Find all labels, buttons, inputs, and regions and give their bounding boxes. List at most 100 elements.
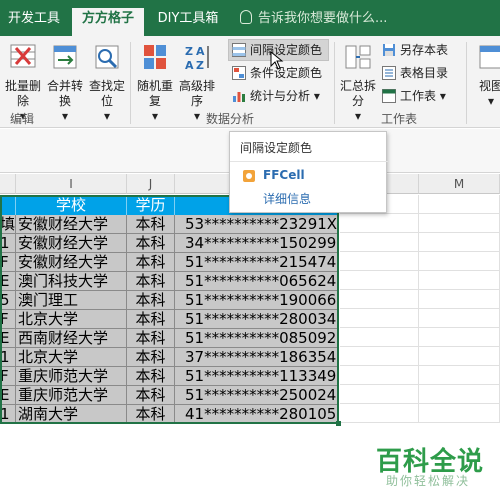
degree-cell[interactable]: 本科 [127,253,175,272]
school-cell[interactable]: 重庆师范大学 [16,386,127,405]
empty-cell[interactable] [340,290,419,309]
tooltip-title: 间隔设定颜色 [240,141,313,155]
id-number-cell[interactable]: 51**********065624 [175,272,339,291]
row-marker-cell[interactable]: 1 [0,405,16,424]
row-marker-cell[interactable]: E [0,272,16,291]
id-number-cell[interactable]: 51**********085092 [175,329,339,348]
empty-cell[interactable] [340,366,419,385]
advanced-sort-button[interactable]: Z A A Z 高级排序 ▾ [176,40,218,123]
empty-cell[interactable] [419,290,500,309]
school-cell[interactable]: 安徽财经大学 [16,253,127,272]
chevron-down-icon: ▾ [151,109,159,123]
table-header-school[interactable]: 学校 [16,195,127,215]
degree-cell[interactable]: 本科 [127,234,175,253]
lookup-locate-button[interactable]: 查找定位 ▾ [86,40,128,123]
column-header-j[interactable]: J [127,174,175,194]
id-number-cell[interactable]: 51**********215474 [175,253,339,272]
table-header-degree[interactable]: 学历 [127,195,175,215]
id-number-cell[interactable]: 41**********280105 [175,405,339,424]
empty-cell[interactable] [419,404,500,423]
sheet-directory-button[interactable]: 表格目录 [382,63,448,83]
id-number-cell[interactable]: 34**********150299 [175,234,339,253]
degree-cell[interactable]: 本科 [127,329,175,348]
school-cell[interactable]: 澳门科技大学 [16,272,127,291]
empty-cell[interactable] [340,404,419,423]
empty-cell[interactable] [340,214,419,233]
tooltip-detail-link[interactable]: 详细信息 [263,190,311,207]
school-cell[interactable]: 北京大学 [16,348,127,367]
school-cell[interactable]: 湖南大学 [16,405,127,424]
tooltip-brand: FFCell [263,168,305,182]
id-number-cell[interactable]: 51**********113349 [175,367,339,386]
school-cell[interactable]: 重庆师范大学 [16,367,127,386]
school-cell[interactable]: 安徽财经大学 [16,215,127,234]
empty-cell[interactable] [419,366,500,385]
watermark-subtitle: 助你轻松解决 [386,474,471,488]
id-number-cell[interactable]: 51**********280034 [175,310,339,329]
ribbon-separator [334,42,335,124]
id-number-cell[interactable]: 37**********186354 [175,348,339,367]
table-header-cell[interactable] [0,195,16,215]
degree-cell[interactable]: 本科 [127,310,175,329]
group-label-worksheet: 工作表 [380,112,417,126]
row-marker-cell[interactable]: E [0,386,16,405]
empty-cell[interactable] [419,195,500,214]
id-number-cell[interactable]: 51**********190066 [175,291,339,310]
id-number-cell[interactable]: 51**********250024 [175,386,339,405]
row-marker-cell[interactable]: 1 [0,348,16,367]
empty-cell[interactable] [340,233,419,252]
empty-cell[interactable] [419,271,500,290]
empty-cell[interactable] [340,252,419,271]
tab-developer[interactable]: 开发工具 [4,8,64,36]
degree-cell[interactable]: 本科 [127,348,175,367]
fill-handle[interactable] [336,421,341,426]
id-number-cell[interactable]: 53**********23291X [175,215,339,234]
empty-cell[interactable] [340,328,419,347]
sheet-directory-icon [382,66,396,80]
svg-text:Z: Z [196,59,204,72]
worksheet-button[interactable]: 工作表 ▾ [382,86,446,106]
degree-cell[interactable]: 本科 [127,367,175,386]
random-repeat-button[interactable]: 随机重复 ▾ [134,40,176,123]
interval-grid-icon [232,43,246,57]
row-marker-cell[interactable]: F [0,253,16,272]
degree-cell[interactable]: 本科 [127,291,175,310]
degree-cell[interactable]: 本科 [127,272,175,291]
school-cell[interactable]: 西南财经大学 [16,329,127,348]
empty-cell[interactable] [419,252,500,271]
stats-analysis-button[interactable]: 统计与分析 ▾ [232,86,320,106]
degree-cell[interactable]: 本科 [127,215,175,234]
degree-cell[interactable]: 本科 [127,405,175,424]
school-cell[interactable]: 澳门理工 [16,291,127,310]
column-header-m[interactable]: M [419,174,500,194]
school-cell[interactable]: 北京大学 [16,310,127,329]
tell-me-search[interactable]: 告诉我你想要做什么... [240,8,387,30]
empty-cell[interactable] [340,347,419,366]
tab-diy-toolbox[interactable]: DIY工具箱 [152,8,224,36]
empty-cell[interactable] [340,309,419,328]
merge-convert-button[interactable]: 合并转换 ▾ [44,40,86,123]
tab-fangfang-gezi[interactable]: 方方格子 [72,8,144,36]
empty-cell[interactable] [419,347,500,366]
empty-cell[interactable] [419,385,500,404]
column-header-i[interactable]: I [16,174,127,194]
degree-cell[interactable]: 本科 [127,386,175,405]
empty-cell[interactable] [419,328,500,347]
row-marker-cell[interactable]: F [0,367,16,386]
batch-delete-button[interactable]: 批量删除 ▾ [2,40,44,123]
empty-cell[interactable] [340,385,419,404]
column-header[interactable] [0,174,16,194]
row-marker-cell[interactable]: 1 [0,234,16,253]
empty-cell[interactable] [419,309,500,328]
row-marker-cell[interactable]: E [0,329,16,348]
save-as-sheet-button[interactable]: 另存本表 [382,40,448,60]
row-marker-cell[interactable]: 5 [0,291,16,310]
empty-cell[interactable] [419,233,500,252]
row-marker-cell[interactable]: 填 [0,215,16,234]
empty-cell[interactable] [340,271,419,290]
empty-cell[interactable] [419,214,500,233]
school-cell[interactable]: 安徽财经大学 [16,234,127,253]
row-marker-cell[interactable]: F [0,310,16,329]
summary-split-button[interactable]: 汇总拆分 ▾ [337,40,379,123]
view-button[interactable]: 视图 ▾ [470,40,500,108]
